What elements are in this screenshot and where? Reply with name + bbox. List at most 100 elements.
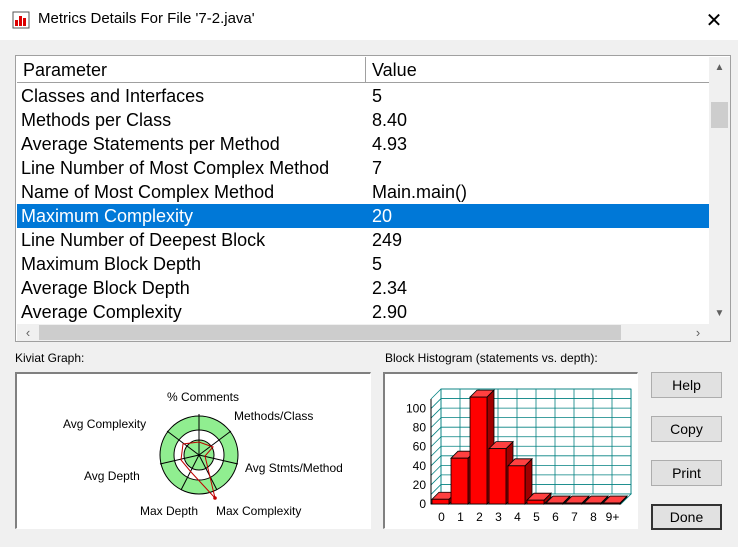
window-title: Metrics Details For File '7-2.java' (38, 10, 255, 27)
histogram-y-tick-label: 20 (413, 478, 427, 492)
kiviat-panel: % Comments Methods/Class Avg Stmts/Metho… (15, 372, 371, 529)
histogram-gridline (430, 445, 442, 457)
histogram-x-tick-label: 4 (514, 510, 521, 524)
close-icon: ✕ (705, 9, 723, 32)
histogram-gridline (430, 465, 442, 476)
parameter-cell: Maximum Complexity (21, 206, 194, 226)
table-row[interactable]: Name of Most Complex Method Main.main() (17, 180, 709, 204)
histogram-bar (488, 448, 507, 505)
vertical-scroll-thumb[interactable] (711, 102, 728, 128)
parameter-cell: Line Number of Deepest Block (21, 230, 266, 250)
parameter-cell: Average Complexity (21, 302, 182, 322)
histogram-x-tick-label: 9+ (606, 510, 620, 524)
histogram-bar (507, 465, 526, 505)
kiviat-axis-label: Avg Depth (84, 469, 140, 483)
histogram-x-tick-label: 2 (476, 510, 483, 524)
list-rows: Classes and Interfaces 5 Methods per Clas… (17, 84, 709, 324)
kiviat-axis-label: Avg Stmts/Method (245, 461, 343, 475)
value-cell: 7 (372, 158, 383, 178)
horizontal-scrollbar[interactable]: ‹ › (17, 324, 709, 341)
copy-button[interactable]: Copy (651, 416, 722, 442)
histogram-x-tick-label: 6 (552, 510, 559, 524)
histogram-x-tick-label: 3 (495, 510, 502, 524)
histogram-gridline (430, 474, 442, 486)
parameter-cell: Name of Most Complex Method (21, 182, 275, 202)
scroll-up-icon[interactable]: ▲ (709, 59, 730, 76)
done-button[interactable]: Done (651, 504, 722, 530)
histogram-y-tick-label: 60 (413, 440, 427, 454)
parameter-cell: Maximum Block Depth (21, 254, 202, 274)
histogram-x-tick-label: 0 (438, 510, 445, 524)
histogram-bar (545, 502, 564, 505)
table-row[interactable]: Average Complexity 2.90 (17, 300, 709, 324)
value-cell: 4.93 (372, 134, 408, 154)
metrics-list[interactable]: Parameter Value Classes and Interfaces 5 … (15, 55, 731, 342)
scroll-down-icon[interactable]: ▼ (709, 305, 730, 322)
histogram-gridline (430, 407, 442, 419)
vertical-scrollbar[interactable]: ▲ ▼ (709, 57, 730, 324)
kiviat-label: Kiviat Graph: (15, 351, 85, 365)
histogram-bar (564, 502, 583, 505)
value-cell: 2.90 (372, 302, 408, 322)
table-row[interactable]: Classes and Interfaces 5 (17, 84, 709, 108)
table-row[interactable]: Line Number of Most Complex Method 7 (17, 156, 709, 180)
block-histogram: 0204060801000 1 2 3 4 5 6 7 8 9+ (406, 388, 632, 524)
table-row[interactable]: Average Statements per Method 4.93 (17, 132, 709, 156)
histogram-y-tick-label: 80 (413, 421, 427, 435)
histogram-gridline (430, 455, 442, 467)
histogram-x-tick-label: 7 (571, 510, 578, 524)
horizontal-scroll-thumb[interactable] (39, 325, 621, 340)
value-cell: 2.34 (372, 278, 408, 298)
scroll-left-icon[interactable]: ‹ (19, 324, 37, 341)
histogram-gridline (430, 436, 442, 448)
kiviat-axis-label: Max Depth (140, 504, 198, 518)
histogram-bar (583, 502, 602, 505)
column-header-value[interactable]: Value (366, 57, 709, 83)
histogram-y-tick-label: 40 (413, 459, 427, 473)
value-cell: 20 (372, 206, 393, 226)
parameter-cell: Average Block Depth (21, 278, 190, 298)
print-button[interactable]: Print (651, 460, 722, 486)
value-cell: 249 (372, 230, 403, 250)
parameter-cell: Average Statements per Method (21, 134, 280, 154)
table-row[interactable]: Line Number of Deepest Block 249 (17, 228, 709, 252)
title-bar: Metrics Details For File '7-2.java' ✕ (0, 0, 738, 40)
histogram-gridline (430, 398, 442, 409)
value-cell: 5 (372, 254, 383, 274)
value-cell: 8.40 (372, 110, 408, 130)
parameter-cell: Line Number of Most Complex Method (21, 158, 330, 178)
kiviat-axis-label: Max Complexity (216, 504, 301, 518)
app-icon (12, 11, 30, 29)
kiviat-graph: % Comments Methods/Class Avg Stmts/Metho… (63, 390, 343, 518)
parameter-cell: Methods per Class (21, 110, 172, 130)
histogram-y-tick-label: 100 (406, 402, 426, 416)
help-button[interactable]: Help (651, 372, 722, 398)
scroll-corner (709, 324, 730, 341)
histogram-gridline (430, 388, 442, 400)
table-row[interactable]: Maximum Block Depth 5 (17, 252, 709, 276)
histogram-x-tick-label: 8 (590, 510, 597, 524)
histogram-bar (450, 457, 469, 505)
kiviat-axis-label: Avg Complexity (63, 417, 146, 431)
parameter-cell: Classes and Interfaces (21, 86, 205, 106)
histogram-bar (469, 396, 488, 505)
value-cell: Main.main() (372, 182, 468, 202)
histogram-gridline (430, 417, 442, 428)
list-header: Parameter Value (17, 57, 709, 83)
histogram-panel: 0 20 40 60 80 100 0 1 2 3 4 5 6 7 8 9+ (383, 372, 638, 529)
column-header-parameter[interactable]: Parameter (17, 57, 366, 83)
histogram-y-tick-label: 0 (419, 497, 426, 511)
histogram-bar (602, 502, 621, 505)
table-row-selected[interactable]: Maximum Complexity 20 (17, 204, 709, 228)
table-row[interactable]: Methods per Class 8.40 (17, 108, 709, 132)
kiviat-axis-label: Methods/Class (234, 409, 313, 423)
histogram-bar (526, 499, 545, 505)
kiviat-axis-label: % Comments (167, 390, 239, 404)
scroll-right-icon[interactable]: › (689, 324, 707, 341)
histogram-x-tick-label: 1 (457, 510, 464, 524)
histogram-x-tick-label: 5 (533, 510, 540, 524)
table-row[interactable]: Average Block Depth 2.34 (17, 276, 709, 300)
histogram-gridline (430, 426, 442, 438)
close-button[interactable]: ✕ (690, 0, 738, 40)
histogram-bar (431, 498, 450, 505)
